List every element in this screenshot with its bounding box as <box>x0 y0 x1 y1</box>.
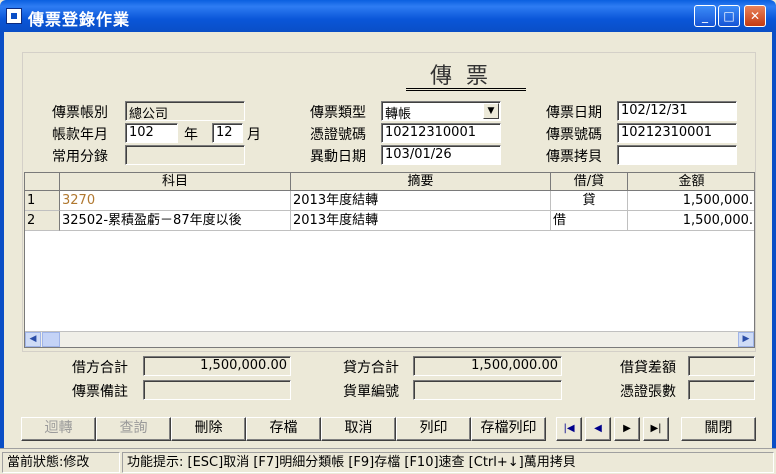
last-record-icon[interactable]: ▶| <box>643 417 669 441</box>
bill-no-label: 貨單編號 <box>343 384 399 400</box>
cell-debit-credit[interactable]: 借 <box>551 211 628 231</box>
title-bar: 傳票登錄作業 _ □ ✕ <box>0 0 776 32</box>
prev-record-icon[interactable]: ◀ <box>585 417 611 441</box>
remark-field[interactable] <box>143 380 291 400</box>
evidence-no-label: 憑證號碼 <box>310 127 366 143</box>
voucher-date-label: 傳票日期 <box>546 105 602 121</box>
close-window-button[interactable]: ✕ <box>744 5 766 27</box>
cell-amount[interactable]: 1,500,000. <box>628 191 754 211</box>
evidence-count-field[interactable] <box>688 380 755 400</box>
evidence-count-label: 憑證張數 <box>620 384 676 400</box>
scroll-right-icon[interactable]: ▶ <box>738 332 754 347</box>
bill-no-field[interactable] <box>413 380 562 400</box>
row-number[interactable]: 2 <box>25 211 60 231</box>
save-button[interactable]: 存檔 <box>246 417 321 441</box>
voucher-type-label: 傳票類型 <box>310 105 366 121</box>
heading-underline <box>406 88 526 91</box>
credit-total-field: 1,500,000.00 <box>413 356 562 376</box>
debit-total-field: 1,500,000.00 <box>143 356 291 376</box>
cell-debit-credit[interactable]: 貸 <box>551 191 628 211</box>
query-button[interactable]: 查詢 <box>96 417 171 441</box>
delete-button[interactable]: 刪除 <box>171 417 246 441</box>
first-record-icon[interactable]: |◀ <box>556 417 582 441</box>
save-print-button[interactable]: 存檔列印 <box>471 417 546 441</box>
change-date-label: 異動日期 <box>310 149 366 165</box>
row-number[interactable]: 1 <box>25 191 60 211</box>
voucher-detail-grid[interactable]: 科目 摘要 借/貸 金額 1 3270 2013年度結轉 貸 1,500,000… <box>24 172 755 348</box>
debit-total-label: 借方合計 <box>72 360 128 376</box>
status-state: 當前狀態:修改 <box>2 452 120 473</box>
maximize-button[interactable]: □ <box>718 5 740 27</box>
horizontal-scrollbar[interactable]: ◀ ▶ <box>25 331 754 347</box>
voucher-date-field[interactable]: 102/12/31 <box>617 101 737 121</box>
column-header-debit-credit[interactable]: 借/貸 <box>551 173 628 191</box>
cell-summary[interactable]: 2013年度結轉 <box>291 211 551 231</box>
difference-label: 借貸差額 <box>620 360 676 376</box>
column-header-amount[interactable]: 金額 <box>628 173 754 191</box>
month-unit-label: 月 <box>247 127 261 143</box>
year-field[interactable]: 102 <box>125 123 178 143</box>
close-button[interactable]: 關閉 <box>681 417 756 441</box>
common-entry-field[interactable] <box>125 145 245 165</box>
print-button[interactable]: 列印 <box>396 417 471 441</box>
change-date-field[interactable]: 103/01/26 <box>381 145 501 165</box>
chevron-down-icon[interactable]: ▼ <box>483 103 499 119</box>
credit-total-label: 貸方合計 <box>343 360 399 376</box>
window-title: 傳票登錄作業 <box>28 10 131 29</box>
cell-summary[interactable]: 2013年度結轉 <box>291 191 551 211</box>
status-hint: 功能提示: [ESC]取消 [F7]明細分類帳 [F9]存檔 [F10]速查 [… <box>122 452 774 473</box>
year-month-label: 帳款年月 <box>52 127 108 143</box>
status-bar: 當前狀態:修改 功能提示: [ESC]取消 [F7]明細分類帳 [F9]存檔 [… <box>0 448 776 474</box>
cell-amount[interactable]: 1,500,000. <box>628 211 754 231</box>
minimize-button[interactable]: _ <box>694 5 716 27</box>
voucher-type-select[interactable]: 轉帳 ▼ <box>381 101 501 121</box>
app-icon[interactable] <box>6 8 22 24</box>
cancel-button[interactable]: 取消 <box>321 417 396 441</box>
voucher-copy-field[interactable] <box>617 145 737 165</box>
next-record-icon[interactable]: ▶ <box>614 417 640 441</box>
month-field[interactable]: 12 <box>212 123 243 143</box>
voucher-no-field[interactable]: 10212310001 <box>617 123 737 143</box>
grid-corner <box>25 173 60 191</box>
year-unit-label: 年 <box>184 127 198 143</box>
account-book-label: 傳票帳別 <box>52 105 108 121</box>
voucher-no-label: 傳票號碼 <box>546 127 602 143</box>
evidence-no-field[interactable]: 10212310001 <box>381 123 501 143</box>
remark-label: 傳票備註 <box>72 384 128 400</box>
difference-field <box>688 356 755 376</box>
cell-subject[interactable]: 3270 <box>60 191 291 211</box>
page-heading: 傳票 <box>429 64 502 89</box>
voucher-copy-label: 傳票拷貝 <box>546 149 602 165</box>
cell-subject[interactable]: 32502-累積盈虧－87年度以後 <box>60 211 291 231</box>
column-header-summary[interactable]: 摘要 <box>291 173 551 191</box>
scroll-thumb[interactable] <box>42 332 60 347</box>
common-entry-label: 常用分錄 <box>52 149 108 165</box>
column-header-subject[interactable]: 科目 <box>60 173 291 191</box>
voucher-type-value: 轉帳 <box>385 107 412 121</box>
reverse-button[interactable]: 迴轉 <box>21 417 96 441</box>
account-book-field[interactable]: 總公司 <box>125 101 245 121</box>
scroll-left-icon[interactable]: ◀ <box>25 332 41 347</box>
